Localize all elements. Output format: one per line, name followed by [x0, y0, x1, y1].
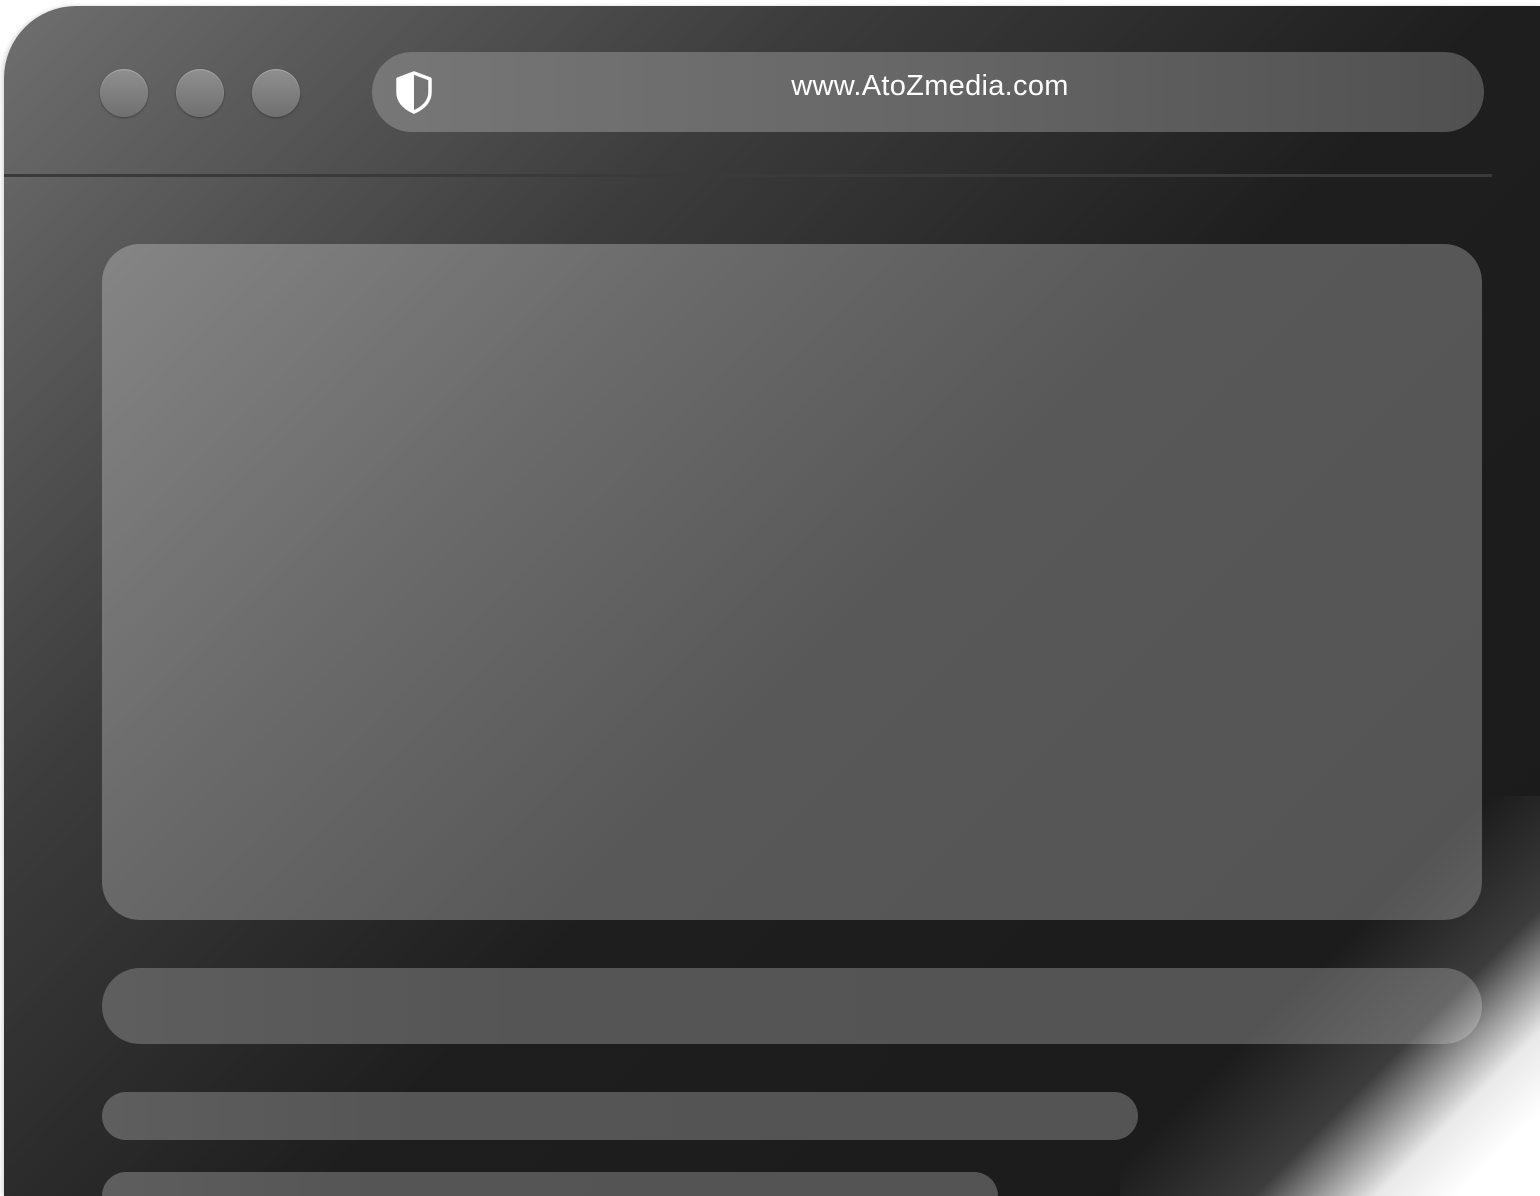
hero-image-placeholder	[102, 244, 1482, 920]
browser-window: www.AtoZmedia.com	[4, 6, 1540, 1196]
window-maximize-button[interactable]	[252, 69, 300, 117]
text-line-placeholder	[102, 1092, 1138, 1140]
headline-placeholder	[102, 968, 1482, 1044]
text-line-placeholder	[102, 1172, 998, 1196]
address-bar[interactable]: www.AtoZmedia.com	[372, 52, 1484, 132]
browser-titlebar: www.AtoZmedia.com	[4, 6, 1492, 177]
url-text: www.AtoZmedia.com	[791, 70, 1069, 102]
window-close-button[interactable]	[100, 69, 148, 117]
window-minimize-button[interactable]	[176, 69, 224, 117]
